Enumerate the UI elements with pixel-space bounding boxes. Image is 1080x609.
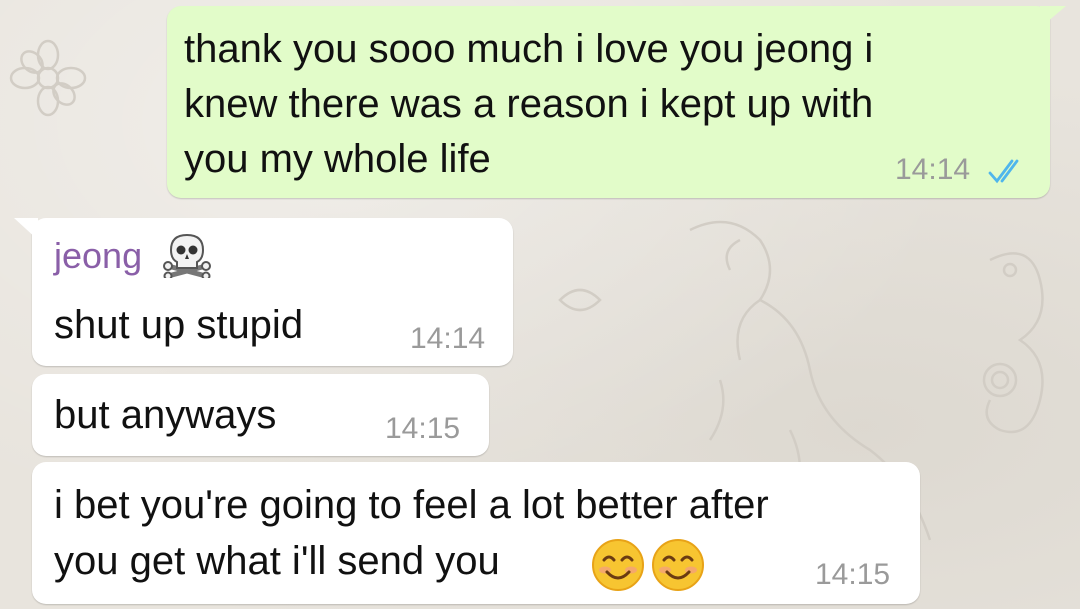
smiling-face-icon (592, 539, 644, 591)
message-text-line: i bet you're going to feel a lot better … (54, 483, 769, 527)
message-text-line: you get what i'll send you (54, 539, 500, 583)
message-timestamp: 14:15 (385, 412, 461, 445)
seahorse-doodle-icon (982, 252, 1044, 434)
sender-name: jeong (54, 235, 143, 276)
message-text-line: shut up stupid (54, 303, 304, 347)
incoming-bubble-tail (14, 218, 38, 240)
message-timestamp: 14:14 (895, 153, 971, 186)
flower-doodle-icon (9, 39, 87, 117)
smiling-face-icon (652, 539, 704, 591)
message-text-line: thank you sooo much i love you jeong i (184, 27, 874, 71)
message-text-line: but anyways (54, 393, 277, 437)
message-text-line: knew there was a reason i kept up with (184, 82, 874, 126)
message-timestamp: 14:15 (815, 558, 891, 591)
double-check-read-icon (988, 159, 1019, 184)
outgoing-bubble-tail (1040, 6, 1066, 28)
message-text-line: you my whole life (184, 137, 491, 181)
skull-crossbones-icon (163, 233, 211, 278)
leaf-doodle-icon (558, 288, 602, 312)
message-timestamp: 14:14 (410, 322, 486, 355)
